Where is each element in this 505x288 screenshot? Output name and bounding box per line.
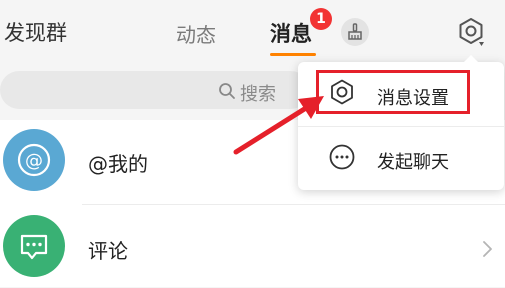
annotation-arrow	[233, 96, 324, 155]
